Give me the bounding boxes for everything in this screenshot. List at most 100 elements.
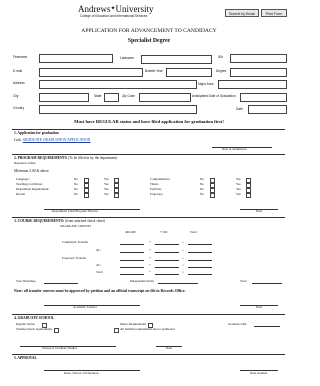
col-500-plus: + 500 [160, 230, 168, 234]
city-label: City [13, 94, 19, 98]
lastname-field[interactable] [141, 55, 212, 64]
col-400-499: 400-499 [125, 230, 136, 234]
email-label: E-mail [13, 69, 23, 73]
total-label: Total [240, 279, 247, 283]
credit-total-line[interactable] [188, 260, 212, 261]
no-checkbox[interactable] [210, 193, 215, 198]
section2-heading: 2. PROGRAM REQUIREMENTS [14, 156, 68, 160]
credit-total-line[interactable] [188, 267, 212, 268]
firstname-field[interactable] [39, 54, 113, 63]
requirement-label: Recital [16, 192, 26, 196]
section2-note: (To be filled in by the department) [67, 156, 118, 160]
anticipated-graduation-field[interactable] [240, 93, 287, 102]
no-label: No [74, 192, 78, 196]
state-label: State [94, 94, 102, 98]
divider [12, 314, 285, 315]
degree-field[interactable] [230, 68, 287, 77]
independent-study-line [158, 283, 198, 284]
yes-label: Yes [236, 192, 241, 196]
logo-text: Andrews✦University [78, 5, 154, 14]
no-checkbox[interactable] [84, 193, 89, 198]
state-field[interactable] [104, 93, 119, 102]
major-area-field[interactable] [218, 80, 287, 89]
credit-total-line[interactable] [188, 252, 212, 253]
equals-sign: = [182, 256, 184, 260]
id-label: ID# [218, 55, 223, 59]
date-field[interactable] [248, 105, 287, 114]
zip-field[interactable] [139, 93, 191, 102]
address-field[interactable] [39, 80, 197, 89]
dean-signature-label: Dean, School of Education [64, 371, 99, 375]
logo: Andrews✦University College of Education … [78, 5, 218, 18]
credit-400-line[interactable] [120, 274, 144, 275]
graduation-application-link[interactable]: GRADUATE GRADUATION APPLICATION [23, 138, 91, 142]
advisor-date-label: Date [256, 305, 263, 309]
credit-500-line[interactable] [155, 267, 179, 268]
bulletin-requirements-label: All bulletin requirements met or petitio… [120, 327, 175, 331]
credit-400-line[interactable] [120, 260, 144, 261]
graduate-school-label: School of Graduate Studies [42, 346, 77, 350]
advisor-signature-label: Academic Advisor [73, 305, 97, 309]
plus-sign: + [149, 270, 151, 274]
equals-sign: = [182, 240, 184, 244]
yes-label: Yes [104, 192, 109, 196]
graduation-link-row: Link: GRADUATE GRADUATION APPLICATION [14, 138, 90, 142]
zip-label: Zip Code [122, 94, 135, 98]
equals-sign: = [182, 248, 184, 252]
divider [12, 129, 285, 130]
equals-sign: = [182, 263, 184, 267]
section3-note: (from attached check sheet) [65, 219, 105, 223]
credit-total-line[interactable] [188, 274, 212, 275]
section5-heading: 5. APPROVAL [14, 356, 37, 360]
logo-name2: University [115, 4, 154, 14]
link-prefix: Link: [14, 138, 22, 142]
credit-400-line[interactable] [120, 244, 144, 245]
credit-400-line[interactable] [120, 252, 144, 253]
credit-total-line[interactable] [188, 244, 212, 245]
equals-sign: = [182, 270, 184, 274]
print-form-button[interactable]: Print Form [261, 9, 287, 17]
credit-500-line[interactable] [155, 260, 179, 261]
graduate-credits-label: GRADUATE CREDITS [60, 224, 92, 228]
section4-heading: 4. GRADUATE SCHOOL [14, 316, 55, 320]
divider [12, 354, 285, 355]
credit-500-line[interactable] [155, 252, 179, 253]
transfer-requirements-checkbox[interactable] [54, 328, 59, 333]
requirement-label: Project(s) [150, 192, 163, 196]
chair-signature-label: Department Chair/Program Director [52, 209, 99, 213]
minimum-label: Minimum 3.00 & above [14, 169, 49, 173]
anticipated-graduation-label: Anticipated Date of Graduation [192, 94, 236, 98]
yes-checkbox[interactable] [114, 193, 119, 198]
submit-by-email-button[interactable]: Submit by Email [225, 9, 259, 17]
college-name: College of Education and International S… [80, 13, 148, 18]
section3-heading: 3. COURSE REQUIREMENTS: [14, 219, 65, 223]
plus-sign: + [149, 256, 151, 260]
id-field[interactable] [230, 54, 287, 63]
degree-label: Degree [216, 69, 227, 73]
credit-500-line[interactable] [155, 244, 179, 245]
col-total: Total [190, 230, 197, 234]
email-field[interactable] [39, 68, 143, 77]
country-label: Country [13, 106, 25, 110]
submission-date-label: Date of submission [222, 147, 247, 151]
section2-heading-row: 2. PROGRAM REQUIREMENTS (To be filled in… [14, 156, 117, 160]
credit-row-label: Total [96, 270, 103, 274]
transfer-note: Note: all transfer courses must be appro… [14, 289, 186, 293]
yes-checkbox[interactable] [246, 193, 251, 198]
transfer-requirements-label: Transfer meets requirements [16, 327, 53, 331]
credit-row-label: Proposed: Transfer [62, 256, 87, 260]
bulletin-year-label: Bulletin Year [145, 69, 163, 73]
section1-heading: 1. Application for graduation [14, 131, 59, 135]
bulletin-year-field[interactable] [166, 68, 212, 77]
credit-400-line[interactable] [120, 267, 144, 268]
page-subtitle: Specialist Degree [127, 38, 171, 44]
plus-sign: + [149, 248, 151, 252]
page-title: APPLICATION FOR ADVANCEMENT TO CANDIDACY [81, 28, 217, 34]
credit-500-line[interactable] [155, 274, 179, 275]
country-field[interactable] [39, 105, 197, 114]
plus-sign: + [149, 240, 151, 244]
graduate-gpa-label: Graduate GPA [228, 322, 247, 326]
city-field[interactable] [39, 93, 89, 102]
required-credits-label: Required credits: [14, 161, 36, 165]
bulletin-requirements-checkbox[interactable] [114, 328, 119, 333]
